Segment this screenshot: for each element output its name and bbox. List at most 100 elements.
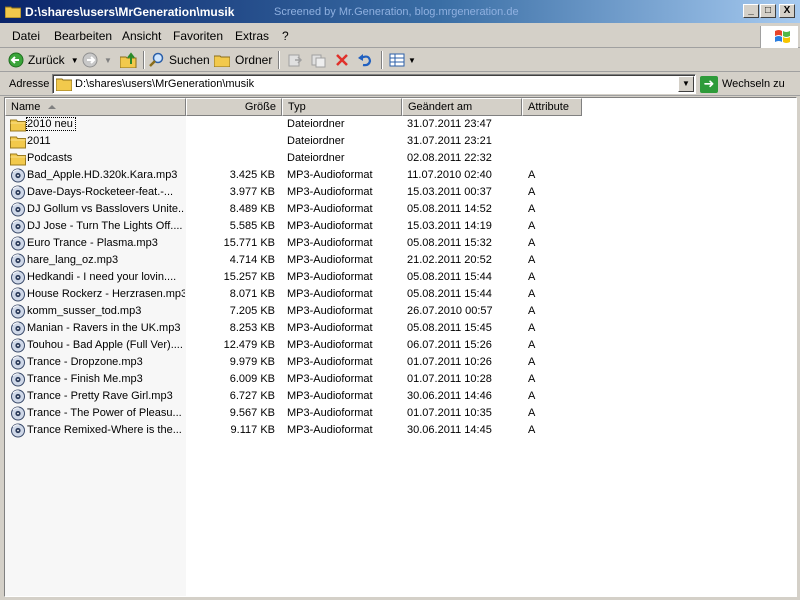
file-type: MP3-Audioformat	[287, 186, 373, 198]
minimize-button[interactable]: _	[743, 4, 759, 18]
file-type: MP3-Audioformat	[287, 237, 373, 249]
file-size: 9.117 KB	[230, 424, 275, 436]
file-row[interactable]: Trance - The Power of Pleasu... 9.567 KB M…	[5, 405, 605, 422]
file-row[interactable]: Manian - Ravers in the UK.mp3 8.253 KB MP3…	[5, 320, 605, 337]
file-row[interactable]: House Rockerz - Herzrasen.mp3 8.071 KB MP3…	[5, 286, 605, 303]
file-modified: 15.03.2011 14:19	[407, 220, 492, 232]
views-button[interactable]: ▼	[389, 51, 416, 69]
file-type: MP3-Audioformat	[287, 390, 373, 402]
copy-to-button[interactable]	[310, 51, 326, 69]
column-header-size[interactable]: Größe	[186, 98, 282, 116]
go-button[interactable]: ➜ Wechseln zu	[700, 75, 785, 93]
file-name: DJ Jose - Turn The Lights Off....	[27, 220, 183, 232]
file-attributes: A	[528, 424, 536, 436]
address-input[interactable]: D:\shares\users\MrGeneration\musik ▼	[52, 74, 696, 94]
file-row[interactable]: DJ Jose - Turn The Lights Off.... 5.585 K…	[5, 218, 605, 235]
file-type: MP3-Audioformat	[287, 254, 373, 266]
file-row[interactable]: Hedkandi - I need your lovin.... 15.257 K…	[5, 269, 605, 286]
file-row[interactable]: Bad_Apple.HD.320k.Kara.mp3 3.425 KB MP3-Au…	[5, 167, 605, 184]
list-header: Name Größe Typ Geändert am Attribute	[5, 98, 796, 116]
maximize-button[interactable]: □	[760, 4, 776, 18]
file-row[interactable]: Dave-Days-Rocketeer-feat.-... 3.977 KB MP3…	[5, 184, 605, 201]
file-name: Bad_Apple.HD.320k.Kara.mp3	[27, 169, 178, 181]
title-bar[interactable]: D:\shares\users\MrGeneration\musik Scree…	[0, 0, 800, 24]
back-dropdown-icon[interactable]: ▼	[71, 56, 79, 65]
undo-button[interactable]	[357, 51, 373, 69]
go-label: Wechseln zu	[722, 78, 785, 90]
move-to-button[interactable]	[287, 51, 303, 69]
folder-row[interactable]: 2011 Dateiordner 31.07.2011 23:21	[5, 133, 605, 150]
file-name: Trance - The Power of Pleasu...	[27, 407, 182, 419]
folders-icon	[214, 55, 230, 67]
views-icon	[389, 53, 405, 67]
file-modified: 01.07.2011 10:26	[407, 356, 492, 368]
copy-to-icon	[311, 54, 326, 68]
file-row[interactable]: Trance Remixed-Where is the... 9.117 KB MP…	[5, 422, 605, 439]
file-name: Trance - Finish Me.mp3	[27, 373, 143, 385]
file-modified: 06.07.2011 15:26	[407, 339, 492, 351]
file-row[interactable]: Touhou - Bad Apple (Full Ver).... 12.479 …	[5, 337, 605, 354]
file-type: MP3-Audioformat	[287, 288, 373, 300]
file-modified: 31.07.2011 23:21	[407, 135, 492, 147]
menu-bearbeiten[interactable]: Bearbeiten	[54, 29, 112, 43]
undo-icon	[358, 54, 372, 67]
folder-row[interactable]: Podcasts Dateiordner 02.08.2011 22:32	[5, 150, 605, 167]
file-row[interactable]: Euro Trance - Plasma.mp3 15.771 KB MP3-Aud…	[5, 235, 605, 252]
file-name: 2010 neu	[26, 117, 76, 131]
file-size: 15.771 KB	[223, 237, 275, 249]
file-attributes: A	[528, 339, 536, 351]
file-row[interactable]: DJ Gollum vs Basslovers Unite... 8.489 KB…	[5, 201, 605, 218]
file-modified: 11.07.2010 02:40	[407, 169, 492, 181]
folders-button[interactable]: Ordner	[214, 51, 272, 69]
windows-flag-icon	[775, 30, 790, 43]
file-attributes: A	[528, 356, 536, 368]
file-name: Dave-Days-Rocketeer-feat.-...	[27, 186, 174, 198]
column-header-attributes[interactable]: Attribute	[522, 98, 582, 116]
address-dropdown-button[interactable]: ▼	[678, 76, 694, 92]
delete-button[interactable]	[334, 51, 350, 69]
up-folder-button[interactable]	[120, 51, 138, 69]
file-attributes: A	[528, 203, 536, 215]
file-modified: 02.08.2011 22:32	[407, 152, 492, 164]
menu-help[interactable]: ?	[282, 29, 289, 43]
file-modified: 05.08.2011 15:44	[407, 271, 492, 283]
back-button[interactable]: Zurück ▼	[8, 51, 79, 69]
file-size: 5.585 KB	[229, 220, 275, 232]
file-size: 6.009 KB	[229, 373, 275, 385]
file-attributes: A	[528, 254, 536, 266]
file-row[interactable]: Trance - Pretty Rave Girl.mp3 6.727 KB MP3…	[5, 388, 605, 405]
file-attributes: A	[528, 288, 536, 300]
file-attributes: A	[528, 237, 536, 249]
menu-favoriten[interactable]: Favoriten	[173, 29, 223, 43]
folders-label: Ordner	[235, 53, 273, 67]
file-list[interactable]: Name Größe Typ Geändert am Attribute 201…	[4, 97, 797, 597]
column-header-modified[interactable]: Geändert am	[402, 98, 522, 116]
file-row[interactable]: Trance - Finish Me.mp3 6.009 KB MP3-Audiof…	[5, 371, 605, 388]
search-button[interactable]: Suchen	[149, 51, 210, 69]
column-header-type[interactable]: Typ	[282, 98, 402, 116]
file-size: 8.071 KB	[229, 288, 275, 300]
go-arrow-icon: ➜	[700, 75, 718, 93]
file-size: 3.977 KB	[229, 186, 275, 198]
folder-row[interactable]: 2010 neu Dateiordner 31.07.2011 23:47	[5, 116, 605, 133]
menu-ansicht[interactable]: Ansicht	[122, 29, 161, 43]
folder-icon	[5, 6, 21, 18]
file-type: MP3-Audioformat	[287, 424, 373, 436]
file-type: MP3-Audioformat	[287, 305, 373, 317]
forward-dropdown-icon[interactable]: ▼	[104, 56, 112, 65]
views-dropdown-icon: ▼	[408, 55, 416, 65]
file-size: 3.425 KB	[229, 169, 275, 181]
file-row[interactable]: komm_susser_tod.mp3 7.205 KB MP3-Audioform…	[5, 303, 605, 320]
close-button[interactable]: X	[779, 4, 795, 18]
file-size: 9.567 KB	[229, 407, 275, 419]
column-name-label: Name	[11, 101, 41, 113]
menu-extras[interactable]: Extras	[235, 29, 269, 43]
menu-datei[interactable]: Datei	[12, 29, 40, 43]
file-size: 15.257 KB	[223, 271, 275, 283]
file-row[interactable]: Trance - Dropzone.mp3 9.979 KB MP3-Audiofo…	[5, 354, 605, 371]
forward-button[interactable]: ▼	[82, 51, 112, 69]
column-header-name[interactable]: Name	[5, 98, 186, 116]
forward-arrow-icon	[82, 52, 98, 68]
search-label: Suchen	[169, 53, 210, 67]
file-row[interactable]: hare_lang_oz.mp3 4.714 KB MP3-Audioformat 2…	[5, 252, 605, 269]
